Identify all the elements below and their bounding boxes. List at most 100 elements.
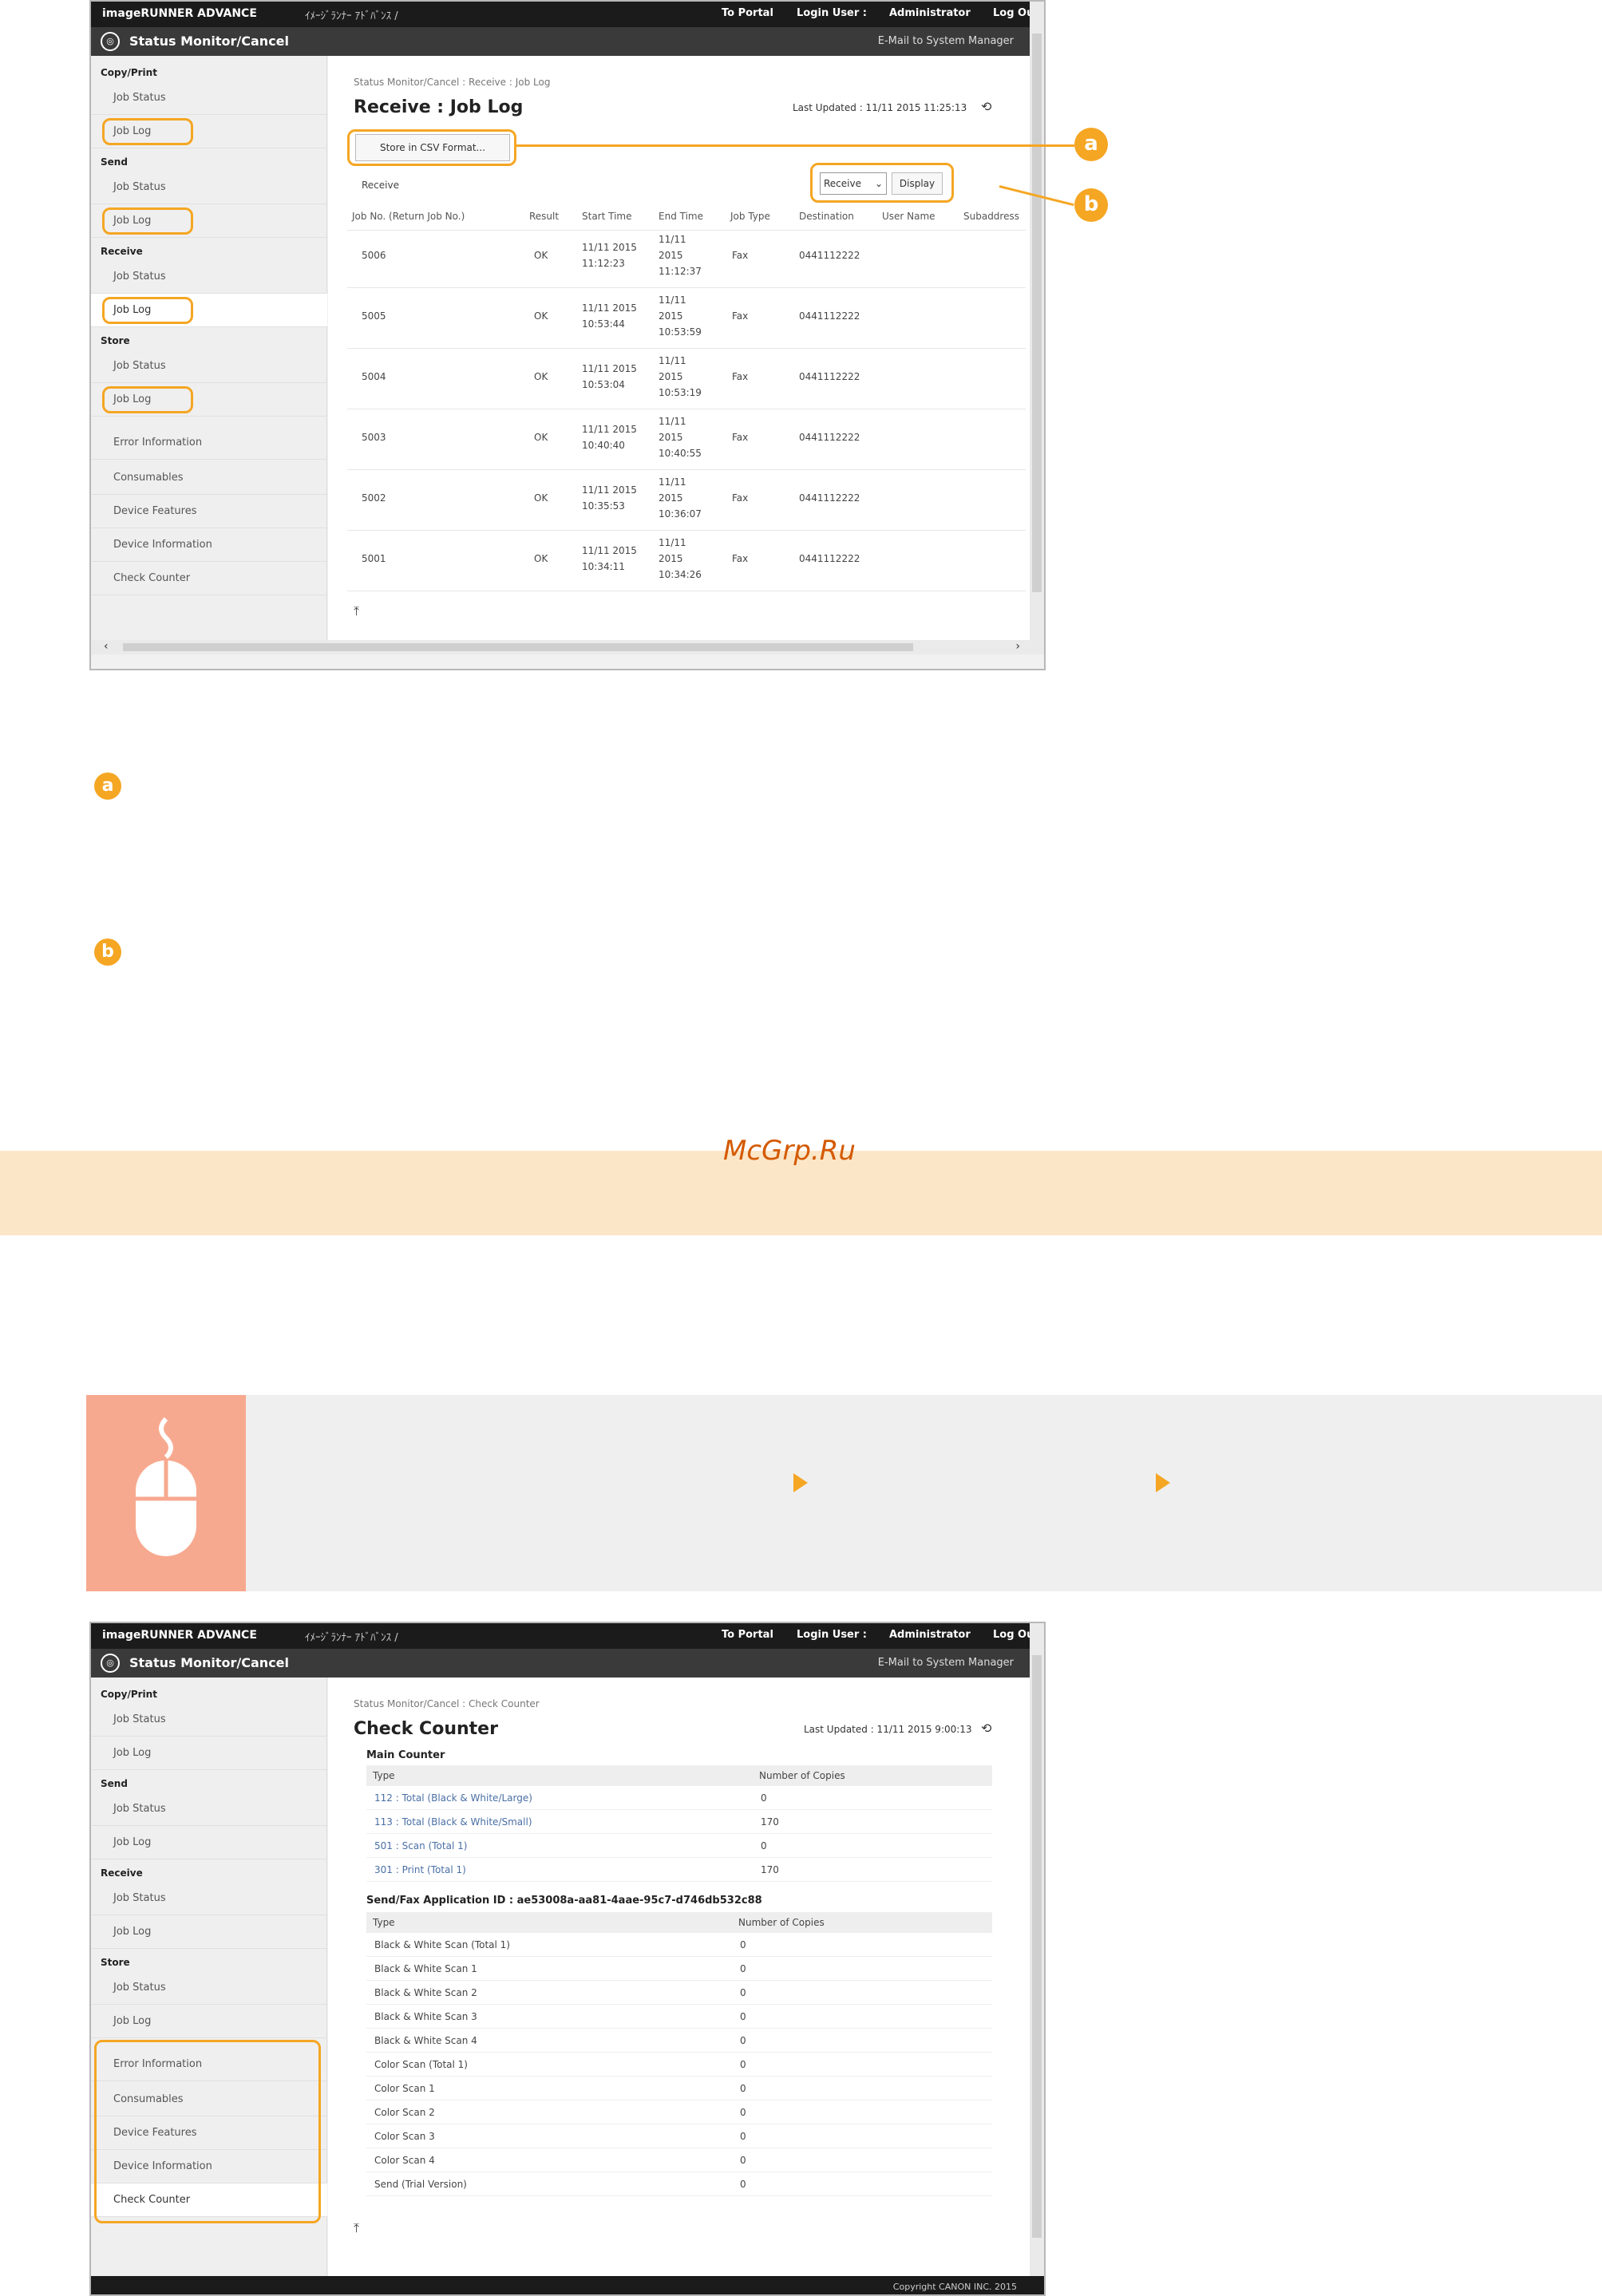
col-type: Type <box>373 1770 395 1781</box>
sidebar-item-store-job-status[interactable]: Job Status <box>91 1971 327 2005</box>
vertical-scroll-thumb[interactable] <box>1032 34 1042 592</box>
app-logo-icon: ◎ <box>101 1654 120 1673</box>
table-row: Color Scan 1 0 <box>366 2077 992 2100</box>
callout-badge-a: a <box>1074 128 1108 161</box>
cell-job-no: 5006 <box>362 250 386 261</box>
sidebar-item-error-information[interactable]: Error Information <box>91 426 327 460</box>
top-bar: imageRUNNER ADVANCE ｲﾒｰｼﾞﾗﾝﾅｰ ｱﾄﾞﾊﾞﾝｽ / … <box>91 2 1044 27</box>
sidebar-item-store-job-log[interactable]: Job Log <box>91 2005 327 2038</box>
cell-start-time: 11/11 2015 11:12:23 <box>582 242 637 269</box>
horizontal-scroll-thumb[interactable] <box>123 643 913 651</box>
page-title: Check Counter <box>354 1719 498 1739</box>
cell-result: OK <box>534 250 548 261</box>
sidebar-group-copy-print: Copy/Print <box>101 67 157 78</box>
app-title-bar: ◎ Status Monitor/Cancel E-Mail to System… <box>91 1649 1044 1678</box>
table-row: 501 : Scan (Total 1) 0 <box>366 1834 992 1858</box>
sidebar-item-send-job-log[interactable]: Job Log <box>91 1826 327 1859</box>
cell-type: Send (Trial Version) <box>374 2179 467 2190</box>
sidebar-item-store-job-status[interactable]: Job Status <box>91 350 327 383</box>
sidebar-item-send-job-status[interactable]: Job Status <box>91 1792 327 1826</box>
table-row: Black & White Scan 3 0 <box>366 2005 992 2029</box>
col-subaddress: Subaddress <box>963 211 1019 222</box>
cell-type: 112 : Total (Black & White/Large) <box>374 1792 532 1804</box>
sidebar-item-send-job-status[interactable]: Job Status <box>91 171 327 204</box>
cell-destination: 0441112222 <box>799 432 860 443</box>
sidebar-item-check-counter[interactable]: Check Counter <box>91 562 327 595</box>
callout-badge-b: b <box>1074 188 1108 222</box>
login-user-label: Login User : <box>797 7 868 19</box>
sidebar-item-device-features[interactable]: Device Features <box>91 495 327 528</box>
scroll-to-top-icon[interactable]: ⤒ <box>354 603 359 619</box>
to-portal-link[interactable]: To Portal <box>722 7 773 19</box>
refresh-icon[interactable]: ⟲ <box>981 99 991 114</box>
sidebar-item-copy-job-status[interactable]: Job Status <box>91 81 327 115</box>
col-end-time: End Time <box>659 211 703 222</box>
counter-content: Status Monitor/Cancel : Check Counter Ch… <box>328 1678 1030 2276</box>
vertical-scroll-thumb[interactable] <box>1032 1655 1042 2238</box>
email-system-manager-link[interactable]: E-Mail to System Manager <box>878 1657 1014 1669</box>
sidebar: Copy/Print Job Status Job Log Send Job S… <box>91 1678 327 2276</box>
login-user-name: Administrator <box>889 1629 971 1641</box>
callout-line-a <box>516 144 1074 147</box>
highlight-store-job-log <box>102 386 193 413</box>
to-portal-link[interactable]: To Portal <box>722 1629 773 1641</box>
cell-result: OK <box>534 492 548 504</box>
cell-result: OK <box>534 371 548 382</box>
arrow-right-icon <box>1156 1473 1170 1492</box>
cell-type: 301 : Print (Total 1) <box>374 1864 466 1875</box>
cell-type: Color Scan (Total 1) <box>374 2059 468 2070</box>
watermark: McGrp.Ru <box>723 1135 856 1167</box>
col-type: Type <box>373 1917 395 1928</box>
highlight-display <box>810 163 954 203</box>
cell-destination: 0441112222 <box>799 250 860 261</box>
app-counter-header: Type Number of Copies <box>366 1912 992 1933</box>
scroll-right-icon[interactable]: › <box>1015 640 1020 653</box>
breadcrumb: Status Monitor/Cancel : Check Counter <box>354 1698 540 1709</box>
cell-copies: 0 <box>740 2083 746 2094</box>
table-row: 113 : Total (Black & White/Small) 170 <box>366 1810 992 1834</box>
cell-copies: 0 <box>740 2011 746 2022</box>
sidebar-item-receive-job-status[interactable]: Job Status <box>91 1882 327 1915</box>
vertical-scrollbar[interactable] <box>1030 2 1044 640</box>
cell-end-time: 11/11 2015 11:12:37 <box>659 234 702 277</box>
joblog-content: Status Monitor/Cancel : Receive : Job Lo… <box>328 56 1030 640</box>
table-row: 112 : Total (Black & White/Large) 0 <box>366 1786 992 1810</box>
sidebar-item-copy-job-status[interactable]: Job Status <box>91 1703 327 1737</box>
mouse-instruction-bar <box>86 1395 1602 1591</box>
scroll-left-icon[interactable]: ‹ <box>104 640 109 653</box>
row-divider <box>347 348 1026 349</box>
cell-end-time: 11/11 2015 10:34:26 <box>659 537 702 580</box>
cell-end-time: 11/11 2015 10:36:07 <box>659 476 702 520</box>
sidebar-item-receive-job-log[interactable]: Job Log <box>91 1915 327 1949</box>
sidebar-group-send: Send <box>101 1778 128 1789</box>
mouse-icon <box>86 1395 246 1591</box>
refresh-icon[interactable]: ⟲ <box>981 1721 991 1736</box>
horizontal-scrollbar[interactable]: ‹ › <box>91 640 1044 654</box>
cell-job-no: 5001 <box>362 553 386 564</box>
sidebar-item-device-information[interactable]: Device Information <box>91 528 327 562</box>
col-destination: Destination <box>799 211 854 222</box>
table-row: Color Scan (Total 1) 0 <box>366 2053 992 2077</box>
sidebar-item-copy-job-log[interactable]: Job Log <box>91 1737 327 1770</box>
vertical-scrollbar[interactable] <box>1030 1623 1044 2276</box>
last-updated: Last Updated : 11/11 2015 9:00:13 <box>804 1724 972 1735</box>
counter-window: imageRUNNER ADVANCE ｲﾒｰｼﾞﾗﾝﾅｰ ｱﾄﾞﾊﾞﾝｽ / … <box>89 1622 1046 2296</box>
col-start-time: Start Time <box>582 211 632 222</box>
col-copies: Number of Copies <box>738 1917 825 1928</box>
cell-copies: 0 <box>740 2155 746 2166</box>
sidebar-item-receive-job-status[interactable]: Job Status <box>91 260 327 294</box>
legend-badge-b: b <box>94 939 121 966</box>
device-name: ｲﾒｰｼﾞﾗﾝﾅｰ ｱﾄﾞﾊﾞﾝｽ / <box>305 10 398 22</box>
app-name: Status Monitor/Cancel <box>129 1655 290 1670</box>
cell-copies: 170 <box>761 1864 779 1875</box>
col-copies: Number of Copies <box>759 1770 845 1781</box>
table-row: Black & White Scan (Total 1) 0 <box>366 1933 992 1957</box>
cell-job-no: 5002 <box>362 492 386 504</box>
cell-start-time: 11/11 2015 10:53:04 <box>582 363 637 390</box>
cell-copies: 0 <box>740 2059 746 2070</box>
sidebar-item-consumables[interactable]: Consumables <box>91 461 327 495</box>
col-result: Result <box>529 211 560 222</box>
email-system-manager-link[interactable]: E-Mail to System Manager <box>878 35 1014 47</box>
cell-copies: 0 <box>740 1939 746 1950</box>
scroll-to-top-icon[interactable]: ⤒ <box>354 2220 359 2236</box>
